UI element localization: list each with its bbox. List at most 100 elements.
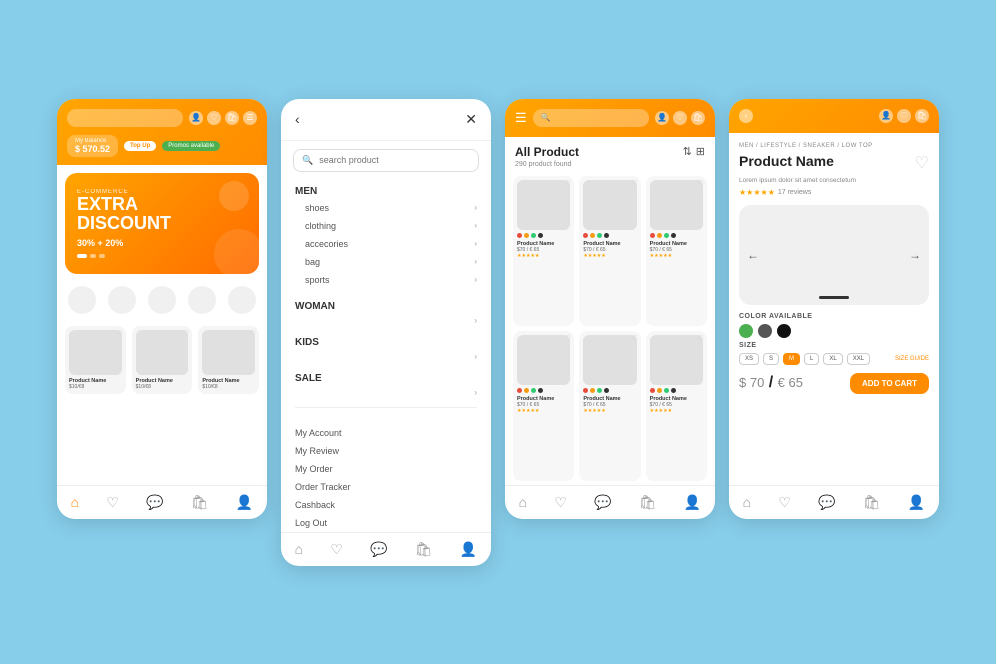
nav-wishlist[interactable]: ♡	[106, 494, 119, 511]
search-input[interactable]	[319, 155, 470, 165]
product-card[interactable]: ♡ Product Name $70 / € 65 ★★★★★	[513, 331, 574, 481]
product-card[interactable]: ♡ Product Name $70 / € 65 ★★★★★	[579, 176, 640, 326]
menu-btn[interactable]: ☰	[515, 110, 527, 126]
nav-cart[interactable]: 🛍	[415, 541, 433, 558]
product-detail-body: MEN / LIFESTYLE / SNEAKER / LOW TOP Prod…	[729, 133, 939, 485]
menu-icon[interactable]: ☰	[243, 111, 257, 125]
color-label: COLOR AVAILABLE	[739, 313, 929, 320]
nav-chat[interactable]: 💬	[594, 494, 611, 511]
nav-wishlist[interactable]: ♡	[330, 541, 343, 558]
product-card[interactable]: ♡ Product Name $70 / € 65 ★★★★★	[646, 331, 707, 481]
link-my-review[interactable]: My Review	[295, 442, 477, 460]
nav-chat[interactable]: 💬	[370, 541, 387, 558]
menu-item-woman[interactable]: ›	[281, 314, 491, 327]
top-up-button[interactable]: Top Up	[124, 141, 156, 151]
cat-icon[interactable]	[188, 286, 216, 314]
home-search-bar[interactable]	[67, 109, 183, 127]
nav-profile[interactable]: 👤	[460, 541, 477, 558]
product-image	[69, 330, 122, 375]
color-swatch-black[interactable]	[777, 324, 791, 338]
product-card[interactable]: ♡ Product Name $10/€8	[132, 326, 193, 394]
heart-icon[interactable]: ♡	[207, 111, 221, 125]
color-dot	[664, 233, 669, 238]
nav-cart[interactable]: 🛍	[639, 494, 657, 511]
size-s[interactable]: S	[763, 353, 779, 365]
size-xxl[interactable]: XXL	[847, 353, 870, 365]
back-button[interactable]: ‹	[739, 109, 753, 123]
heart-icon[interactable]: ♡	[897, 109, 911, 123]
menu-item-sale[interactable]: ›	[281, 386, 491, 399]
user-icon[interactable]: 👤	[189, 111, 203, 125]
size-l[interactable]: L	[804, 353, 819, 365]
menu-item-kids[interactable]: ›	[281, 350, 491, 363]
nav-home[interactable]: ⌂	[295, 541, 303, 557]
link-order-tracker[interactable]: Order Tracker	[295, 478, 477, 496]
wishlist-button[interactable]: ♡	[116, 329, 122, 337]
heart-icon[interactable]: ♡	[673, 111, 687, 125]
user-icon[interactable]: 👤	[655, 111, 669, 125]
link-logout[interactable]: Log Out	[295, 514, 477, 532]
wishlist-button[interactable]: ♡	[250, 329, 256, 337]
product-card[interactable]: ♡ Product Name $10/€8	[198, 326, 259, 394]
link-my-account[interactable]: My Account	[295, 424, 477, 442]
back-button[interactable]: ‹	[295, 111, 300, 127]
size-xs[interactable]: XS	[739, 353, 759, 365]
cart-icon[interactable]: 🛍	[691, 111, 705, 125]
size-m[interactable]: M	[783, 353, 800, 365]
cat-icon[interactable]	[68, 286, 96, 314]
nav-cart[interactable]: 🛍	[191, 494, 209, 511]
wishlist-button[interactable]: ♡	[183, 329, 189, 337]
link-cashback[interactable]: Cashback	[295, 496, 477, 514]
menu-item-bag[interactable]: bag›	[295, 253, 477, 271]
search-bar[interactable]: 🔍	[293, 149, 479, 172]
sort-icon[interactable]: ⇅	[683, 145, 692, 158]
wishlist-button[interactable]: ♡	[565, 179, 571, 187]
wishlist-button[interactable]: ♡	[915, 153, 929, 173]
nav-home[interactable]: ⌂	[743, 494, 751, 510]
wishlist-button[interactable]: ♡	[698, 334, 704, 342]
nav-cart[interactable]: 🛍	[863, 494, 881, 511]
prev-image-button[interactable]: ←	[747, 248, 759, 262]
product-title: Product Name	[739, 153, 834, 170]
menu-item-shoes[interactable]: shoes›	[295, 199, 477, 217]
cat-icon[interactable]	[228, 286, 256, 314]
nav-chat[interactable]: 💬	[146, 494, 163, 511]
product-description: Lorem ipsum dolor sit amet consectetum	[739, 177, 929, 184]
cat-icon[interactable]	[108, 286, 136, 314]
nav-home[interactable]: ⌂	[71, 494, 79, 510]
link-my-order[interactable]: My Order	[295, 460, 477, 478]
filter-icon[interactable]: ⊞	[696, 145, 705, 158]
user-icon[interactable]: 👤	[879, 109, 893, 123]
nav-wishlist[interactable]: ♡	[778, 494, 791, 511]
wishlist-button[interactable]: ♡	[631, 179, 637, 187]
cart-icon[interactable]: 🛍	[225, 111, 239, 125]
product-card[interactable]: ♡ Product Name $70 / € 65 ★★★★★	[579, 331, 640, 481]
nav-profile[interactable]: 👤	[684, 494, 701, 511]
size-xl[interactable]: XL	[823, 353, 842, 365]
nav-home[interactable]: ⌂	[519, 494, 527, 510]
size-guide-link[interactable]: SIZE GUIDE	[895, 356, 929, 362]
menu-item-sports[interactable]: sports›	[295, 271, 477, 289]
close-button[interactable]: ✕	[465, 111, 477, 128]
cat-icon[interactable]	[148, 286, 176, 314]
search-icon: 🔍	[302, 155, 313, 166]
all-product-search[interactable]: 🔍	[533, 109, 649, 127]
color-swatch-gray[interactable]	[758, 324, 772, 338]
color-dot	[590, 233, 595, 238]
color-swatch-green[interactable]	[739, 324, 753, 338]
add-to-cart-button[interactable]: ADD TO CART	[850, 373, 929, 394]
next-image-button[interactable]: →	[909, 248, 921, 262]
wishlist-button[interactable]: ♡	[698, 179, 704, 187]
product-card[interactable]: ♡ Product Name $10/€8	[65, 326, 126, 394]
menu-item-accessories[interactable]: accecories›	[295, 235, 477, 253]
wishlist-button[interactable]: ♡	[565, 334, 571, 342]
nav-profile[interactable]: 👤	[908, 494, 925, 511]
product-card[interactable]: ♡ Product Name $70 / € 65 ★★★★★	[513, 176, 574, 326]
nav-profile[interactable]: 👤	[236, 494, 253, 511]
cart-icon[interactable]: 🛍	[915, 109, 929, 123]
nav-wishlist[interactable]: ♡	[554, 494, 567, 511]
nav-chat[interactable]: 💬	[818, 494, 835, 511]
product-card[interactable]: ♡ Product Name $70 / € 65 ★★★★★	[646, 176, 707, 326]
menu-item-clothing[interactable]: clothing›	[295, 217, 477, 235]
wishlist-button[interactable]: ♡	[631, 334, 637, 342]
